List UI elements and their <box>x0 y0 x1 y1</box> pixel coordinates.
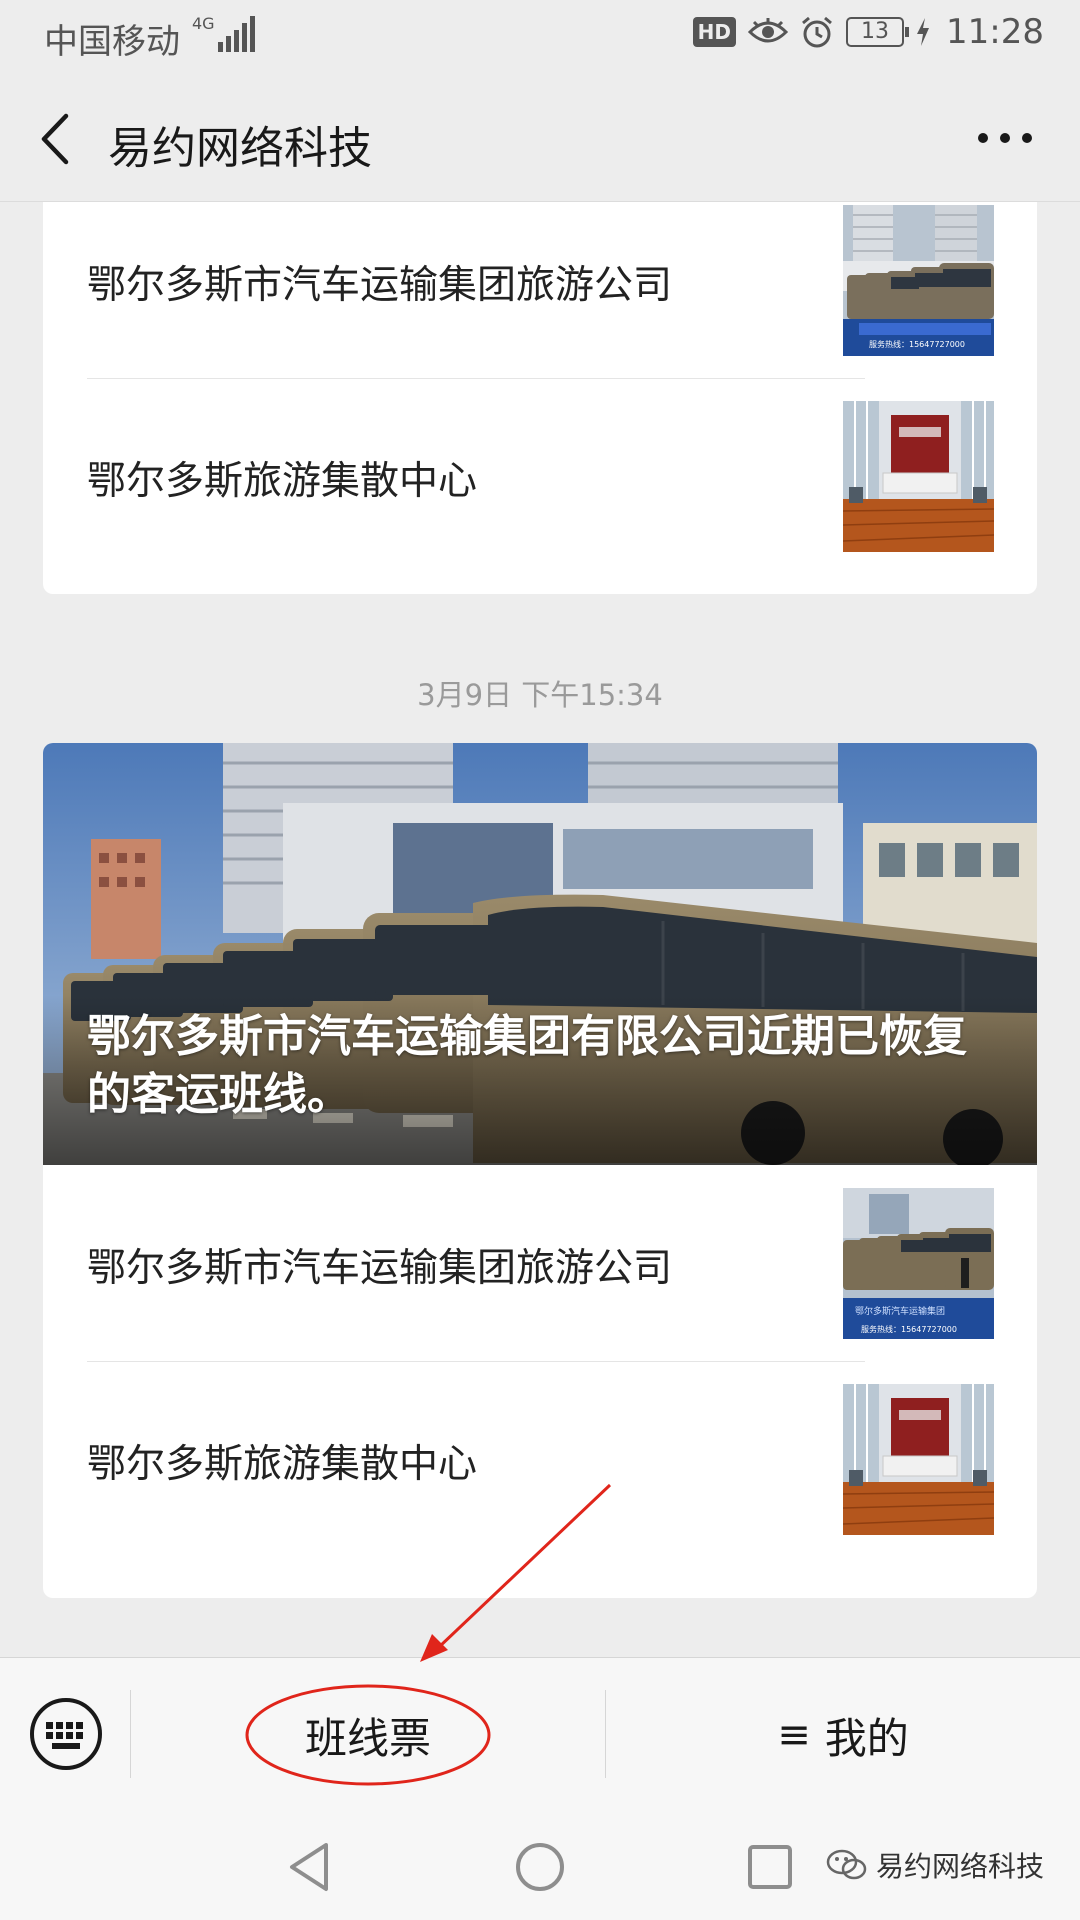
home-circle-icon[interactable] <box>512 1839 568 1895</box>
system-nav-bar: 易约网络科技 <box>0 1811 1080 1920</box>
article-item[interactable]: 鄂尔多斯市汽车运输集团旅游公司 服务热线：15647727000 <box>43 202 1037 378</box>
account-watermark: 易约网络科技 <box>826 1845 1044 1885</box>
tourism-center-thumbnail <box>843 1384 994 1535</box>
network-type: 4G <box>192 14 215 33</box>
menu-ticket-button[interactable]: 班线票 <box>131 1658 605 1812</box>
charging-icon <box>917 18 930 46</box>
svg-text:服务热线：15647727000: 服务热线：15647727000 <box>861 1324 957 1334</box>
menu-mine-button[interactable]: ≡ 我的 <box>606 1658 1080 1812</box>
article-title: 鄂尔多斯旅游集散中心 <box>87 459 478 504</box>
battery-icon: 13 <box>846 17 910 47</box>
recents-square-icon[interactable] <box>742 1839 798 1895</box>
article-card: 鄂尔多斯市汽车运输集团有限公司近期已恢复的客运班线。 鄂尔多斯市汽车运输集团旅游… <box>43 743 1037 1598</box>
article-item[interactable]: 鄂尔多斯市汽车运输集团旅游公司 鄂尔多斯汽车运输集团 服务热线：15647727… <box>43 1165 1037 1361</box>
article-title: 鄂尔多斯市汽车运输集团旅游公司 <box>87 263 673 308</box>
eye-icon <box>748 18 789 43</box>
status-bar: 中国移动 4G HD 13 11:28 <box>0 0 1080 76</box>
article-title: 鄂尔多斯旅游集散中心 <box>87 1442 478 1487</box>
message-feed[interactable]: 鄂尔多斯市汽车运输集团旅游公司 服务热线：15647727000 鄂尔多斯旅游集… <box>0 202 1080 1657</box>
alarm-icon <box>802 16 832 48</box>
hd-badge: HD <box>692 17 737 47</box>
back-triangle-icon[interactable] <box>282 1839 338 1895</box>
bus-company-thumbnail: 服务热线：15647727000 <box>843 205 994 356</box>
menu-ticket-label: 班线票 <box>304 1713 431 1763</box>
svg-text:服务热线：15647727000: 服务热线：15647727000 <box>869 339 965 349</box>
carrier-label: 中国移动 <box>44 22 180 62</box>
article-card: 鄂尔多斯市汽车运输集团旅游公司 服务热线：15647727000 鄂尔多斯旅游集… <box>43 202 1037 594</box>
hero-article[interactable]: 鄂尔多斯市汽车运输集团有限公司近期已恢复的客运班线。 <box>43 743 1037 1165</box>
clock: 11:28 <box>946 12 1044 52</box>
menu-list-icon: ≡ <box>777 1712 811 1758</box>
svg-text:鄂尔多斯汽车运输集团: 鄂尔多斯汽车运输集团 <box>855 1305 945 1317</box>
tourism-center-thumbnail <box>843 401 994 552</box>
message-timestamp: 3月9日 下午15:34 <box>417 678 663 712</box>
header-bar: 易约网络科技 <box>0 76 1080 202</box>
keyboard-icon[interactable] <box>28 1696 104 1772</box>
back-button[interactable] <box>32 110 80 168</box>
bus-company-thumbnail: 鄂尔多斯汽车运输集团 服务热线：15647727000 <box>843 1188 994 1339</box>
article-title: 鄂尔多斯市汽车运输集团旅游公司 <box>87 1246 673 1291</box>
article-item[interactable]: 鄂尔多斯旅游集散中心 <box>43 378 1037 574</box>
menu-mine-label: 我的 <box>824 1713 909 1763</box>
article-item[interactable]: 鄂尔多斯旅游集散中心 <box>43 1361 1037 1557</box>
service-menu-bar: 班线票 ≡ 我的 <box>0 1657 1080 1811</box>
wechat-icon <box>826 1849 867 1880</box>
more-dots-icon[interactable] <box>970 118 1040 158</box>
signal-icon: 4G <box>192 16 255 52</box>
watermark-label: 易约网络科技 <box>875 1850 1044 1883</box>
hero-article-title: 鄂尔多斯市汽车运输集团有限公司近期已恢复的客运班线。 <box>87 1011 967 1120</box>
page-title: 易约网络科技 <box>108 123 372 174</box>
